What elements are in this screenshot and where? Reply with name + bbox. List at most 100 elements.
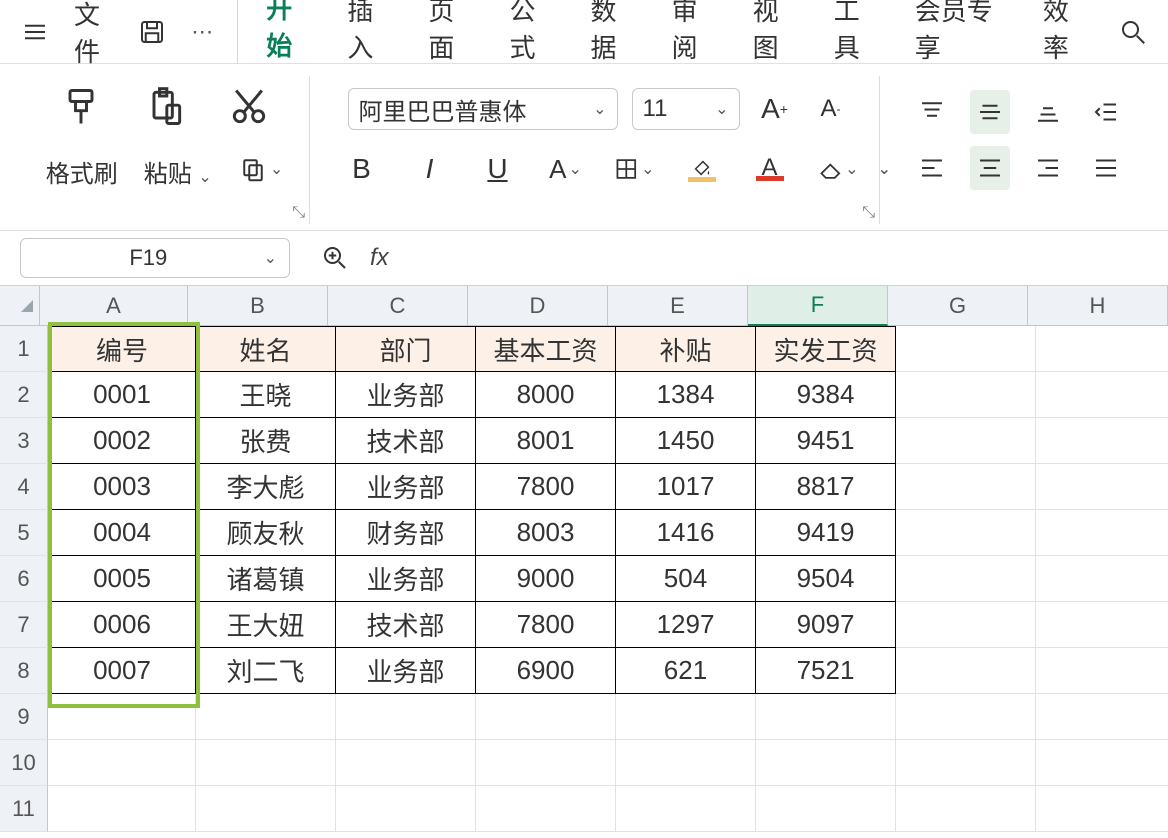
cell-B3[interactable]: 张费 [196,418,336,464]
cell-E9[interactable] [616,694,756,740]
cell-E1[interactable]: 补贴 [616,326,756,372]
cell-C3[interactable]: 技术部 [336,418,476,464]
underline-button[interactable]: U [477,148,519,190]
cell-E7[interactable]: 1297 [616,602,756,648]
cell-H6[interactable] [1036,556,1168,602]
text-color-button[interactable]: A ⌄ [749,148,791,190]
cell-A7[interactable]: 0006 [48,602,196,648]
cell-G8[interactable] [896,648,1036,694]
cell-A1[interactable]: 编号 [48,326,196,372]
cell-B9[interactable] [196,694,336,740]
cell-D9[interactable] [476,694,616,740]
cell-H7[interactable] [1036,602,1168,648]
cell-C7[interactable]: 技术部 [336,602,476,648]
cell-G4[interactable] [896,464,1036,510]
tab-review[interactable]: 审阅 [672,0,719,73]
formula-input[interactable] [409,239,1148,277]
column-header-E[interactable]: E [608,286,748,326]
cell-D3[interactable]: 8001 [476,418,616,464]
cell-A11[interactable] [48,786,196,832]
cell-C2[interactable]: 业务部 [336,372,476,418]
cell-F7[interactable]: 9097 [756,602,896,648]
cell-D6[interactable]: 9000 [476,556,616,602]
cell-H8[interactable] [1036,648,1168,694]
cell-E2[interactable]: 1384 [616,372,756,418]
cell-G2[interactable] [896,372,1036,418]
cell-E5[interactable]: 1416 [616,510,756,556]
cell-D4[interactable]: 7800 [476,464,616,510]
cell-C9[interactable] [336,694,476,740]
row-header-3[interactable]: 3 [0,418,48,464]
font-launcher-icon[interactable]: ⤡ [862,204,875,222]
row-header-5[interactable]: 5 [0,510,48,556]
row-header-6[interactable]: 6 [0,556,48,602]
cell-B11[interactable] [196,786,336,832]
cell-H3[interactable] [1036,418,1168,464]
cell-B1[interactable]: 姓名 [196,326,336,372]
menu-icon[interactable] [20,17,50,47]
cell-G5[interactable] [896,510,1036,556]
tab-member[interactable]: 会员专享 [915,0,1009,73]
cell-B8[interactable]: 刘二飞 [196,648,336,694]
cell-B7[interactable]: 王大妞 [196,602,336,648]
cell-A3[interactable]: 0002 [48,418,196,464]
tab-insert[interactable]: 插入 [347,0,394,73]
cell-G7[interactable] [896,602,1036,648]
cell-A9[interactable] [48,694,196,740]
cell-F11[interactable] [756,786,896,832]
column-header-F[interactable]: F [748,286,888,326]
cell-C4[interactable]: 业务部 [336,464,476,510]
cell-E8[interactable]: 621 [616,648,756,694]
cell-D10[interactable] [476,740,616,786]
cell-H5[interactable] [1036,510,1168,556]
column-header-B[interactable]: B [188,286,328,326]
cell-G11[interactable] [896,786,1036,832]
cell-H1[interactable] [1036,326,1168,372]
bold-button[interactable]: B [341,148,383,190]
file-menu[interactable]: 文件 [74,0,113,69]
align-bottom-icon[interactable] [1028,90,1068,134]
row-header-2[interactable]: 2 [0,372,48,418]
column-header-D[interactable]: D [468,286,608,326]
cell-H11[interactable] [1036,786,1168,832]
cell-D8[interactable]: 6900 [476,648,616,694]
cell-F1[interactable]: 实发工资 [756,326,896,372]
borders-button[interactable]: ⌄ [613,148,655,190]
cell-H4[interactable] [1036,464,1168,510]
fx-label[interactable]: fx [370,244,389,272]
cell-E3[interactable]: 1450 [616,418,756,464]
cell-E6[interactable]: 504 [616,556,756,602]
cell-F10[interactable] [756,740,896,786]
column-header-H[interactable]: H [1028,286,1168,326]
tab-page[interactable]: 页面 [428,0,475,73]
tab-tools[interactable]: 工具 [834,0,881,73]
font-size-select[interactable]: 11⌄ [632,88,740,130]
cell-C6[interactable]: 业务部 [336,556,476,602]
cell-F4[interactable]: 8817 [756,464,896,510]
row-header-7[interactable]: 7 [0,602,48,648]
cell-E11[interactable] [616,786,756,832]
cell-D1[interactable]: 基本工资 [476,326,616,372]
font-style-more[interactable]: A⌄ [545,148,587,190]
cell-B2[interactable]: 王晓 [196,372,336,418]
align-top-icon[interactable] [912,90,952,134]
cell-B5[interactable]: 顾友秋 [196,510,336,556]
paste-icon[interactable] [143,85,187,134]
cell-E4[interactable]: 1017 [616,464,756,510]
row-header-4[interactable]: 4 [0,464,48,510]
align-middle-icon[interactable] [970,90,1010,134]
cell-D5[interactable]: 8003 [476,510,616,556]
cell-G6[interactable] [896,556,1036,602]
decrease-font-icon[interactable]: A- [810,88,852,130]
cell-A4[interactable]: 0003 [48,464,196,510]
cell-D2[interactable]: 8000 [476,372,616,418]
tab-view[interactable]: 视图 [753,0,800,73]
clipboard-launcher-icon[interactable]: ⤡ [292,204,305,222]
cell-F3[interactable]: 9451 [756,418,896,464]
cell-A5[interactable]: 0004 [48,510,196,556]
format-painter-label[interactable]: 格式刷 [46,154,118,189]
cell-C10[interactable] [336,740,476,786]
cell-G1[interactable] [896,326,1036,372]
align-left-icon[interactable] [912,146,952,190]
column-header-G[interactable]: G [888,286,1028,326]
